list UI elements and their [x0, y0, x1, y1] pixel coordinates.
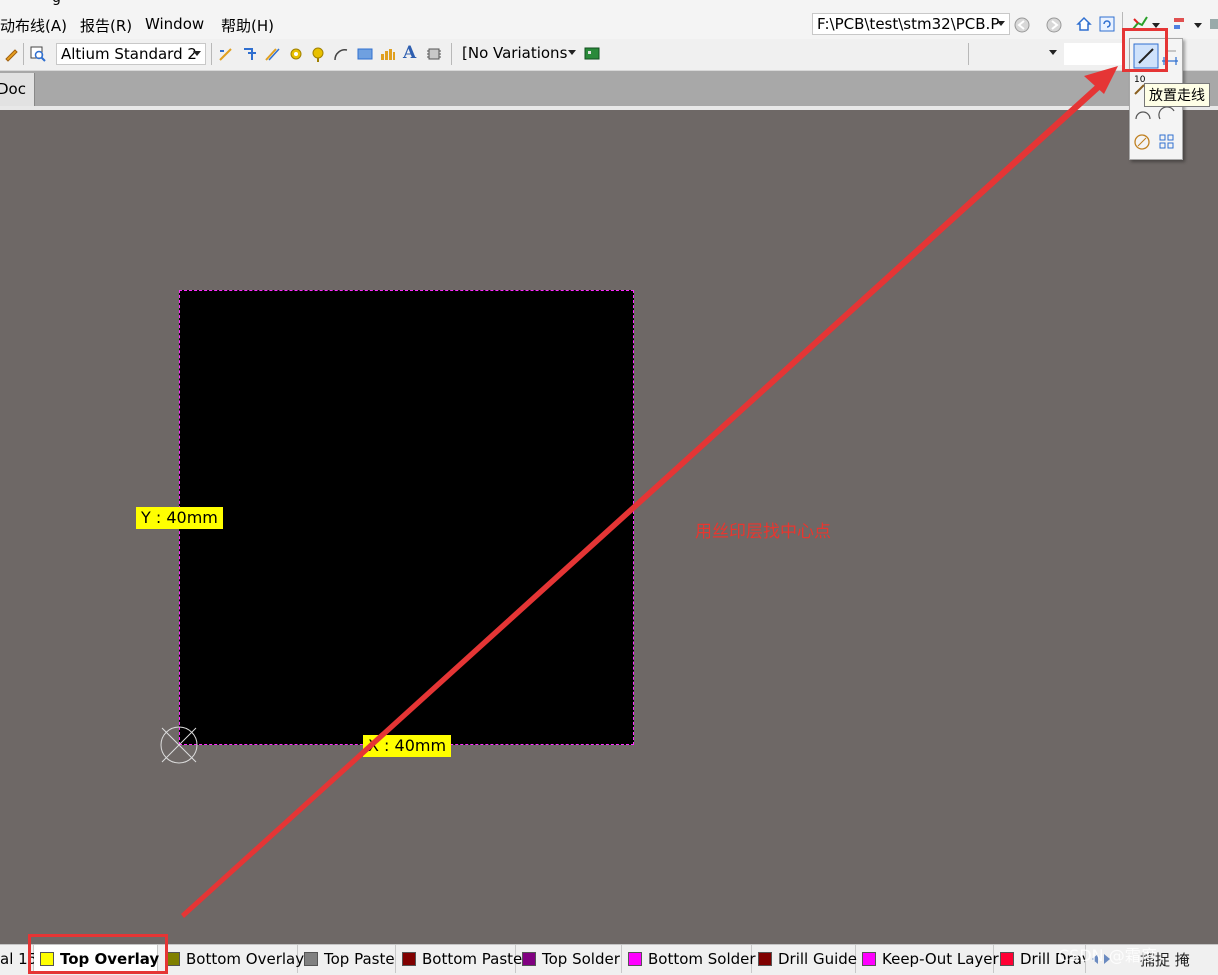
layer-tab-keep-out[interactable]: Keep-Out Layer	[856, 945, 999, 973]
layer-color-swatch	[304, 952, 318, 966]
x-dimension-label: X : 40mm	[363, 735, 452, 757]
arc-icon[interactable]	[333, 46, 349, 62]
layer-tab-label: Bottom Paste	[422, 950, 523, 968]
document-path-dropdown[interactable]: F:\PCB\test\stm32\PCB.P	[812, 13, 1010, 35]
window-title-fragment: g	[52, 0, 61, 6]
home-icon[interactable]	[1076, 16, 1092, 32]
layer-tab-label: Drill Guide	[778, 950, 858, 968]
document-tab[interactable]: Doc *	[0, 73, 35, 131]
forward-icon[interactable]	[1046, 17, 1062, 33]
variations-dropdown-text: [No Variations	[462, 44, 568, 62]
font-dropdown[interactable]: Altium Standard 2	[56, 43, 206, 65]
refresh-icon[interactable]	[1099, 16, 1115, 32]
circle-tool-icon[interactable]	[1133, 133, 1151, 151]
multi-route-icon[interactable]	[264, 46, 280, 62]
chevron-down-icon	[1049, 50, 1057, 55]
layer-tab-drill-guide[interactable]: Drill Guide	[752, 945, 858, 973]
origin-marker-icon	[160, 726, 198, 764]
title-strip: g	[0, 0, 1218, 9]
menu-help[interactable]: 帮助(H)	[221, 15, 274, 36]
via-icon[interactable]	[310, 46, 326, 62]
chevron-down-icon[interactable]	[1194, 23, 1202, 28]
chevron-down-icon	[997, 21, 1005, 26]
chevron-down-icon	[568, 50, 576, 55]
layer-tab-bottom-solder[interactable]: Bottom Solder	[622, 945, 756, 973]
menu-auto-route[interactable]: 动布线(A)	[0, 15, 67, 36]
y-dimension-label: Y : 40mm	[136, 507, 223, 529]
layer-tab-bottom-paste[interactable]: Bottom Paste	[396, 945, 522, 973]
watermark: CSDN @霜度	[1058, 946, 1157, 965]
layer-tab-top-paste[interactable]: Top Paste	[298, 945, 396, 973]
align-icon[interactable]	[1172, 16, 1188, 32]
layer-set-dropdown[interactable]	[975, 43, 1061, 65]
more-tools-icon[interactable]	[1208, 16, 1218, 32]
layer-tab-label: Bottom Overlay	[186, 950, 305, 968]
route-tool-icon[interactable]	[218, 46, 234, 62]
document-path-text: F:\PCB\test\stm32\PCB.P	[817, 15, 1000, 33]
highlight-box	[28, 934, 168, 974]
diff-pair-icon[interactable]	[242, 46, 258, 62]
layer-color-swatch	[628, 952, 642, 966]
font-dropdown-text: Altium Standard 2	[61, 45, 197, 63]
arc-center-icon[interactable]	[1134, 107, 1152, 121]
toolbar: Altium Standard 2 A [No Variations	[0, 39, 1218, 71]
toolbar-field[interactable]	[1064, 43, 1124, 65]
layer-color-swatch	[522, 952, 536, 966]
board-view-icon[interactable]	[584, 46, 600, 62]
place-line-tooltip: 放置走线	[1144, 83, 1210, 107]
board-outline[interactable]	[179, 290, 634, 745]
arc-edge-icon[interactable]	[1158, 107, 1176, 121]
pencil-icon[interactable]	[3, 46, 19, 62]
layer-tab-label: Top Solder	[542, 950, 620, 968]
fill-icon[interactable]	[357, 46, 373, 62]
layer-tab-label: Bottom Solder	[648, 950, 756, 968]
document-tab-strip	[0, 71, 1218, 107]
pad-icon[interactable]	[288, 46, 304, 62]
layer-color-swatch	[166, 952, 180, 966]
menu-reports[interactable]: 报告(R)	[80, 15, 132, 36]
layer-tab-bottom-overlay[interactable]: Bottom Overlay	[160, 945, 304, 973]
layer-tab-top-solder[interactable]: Top Solder	[516, 945, 622, 973]
chevron-down-icon	[193, 51, 201, 56]
layer-color-swatch	[402, 952, 416, 966]
layer-color-swatch	[1000, 952, 1014, 966]
polygon-pour-icon[interactable]	[380, 46, 396, 62]
highlight-box	[1122, 28, 1168, 72]
layer-tab-label: Top Paste	[324, 950, 395, 968]
layer-tab-label: Keep-Out Layer	[882, 950, 999, 968]
text-tool-icon[interactable]: A	[403, 43, 416, 63]
array-tool-icon[interactable]	[1158, 133, 1176, 151]
menu-bar: 动布线(A) 报告(R) Window 帮助(H) F:\PCB\test\st…	[0, 9, 1218, 39]
menu-window[interactable]: Window	[145, 15, 204, 33]
variations-dropdown[interactable]: [No Variations	[458, 43, 580, 65]
layer-tab-bar: al 15 Top Overlay Bottom Overlay Top Pas…	[0, 944, 1218, 975]
back-icon[interactable]	[1014, 17, 1030, 33]
inspect-icon[interactable]	[30, 46, 46, 62]
layer-color-swatch	[862, 952, 876, 966]
layer-color-swatch	[758, 952, 772, 966]
annotation-note: 用丝印层找中心点	[695, 522, 831, 542]
component-icon[interactable]	[426, 46, 442, 62]
